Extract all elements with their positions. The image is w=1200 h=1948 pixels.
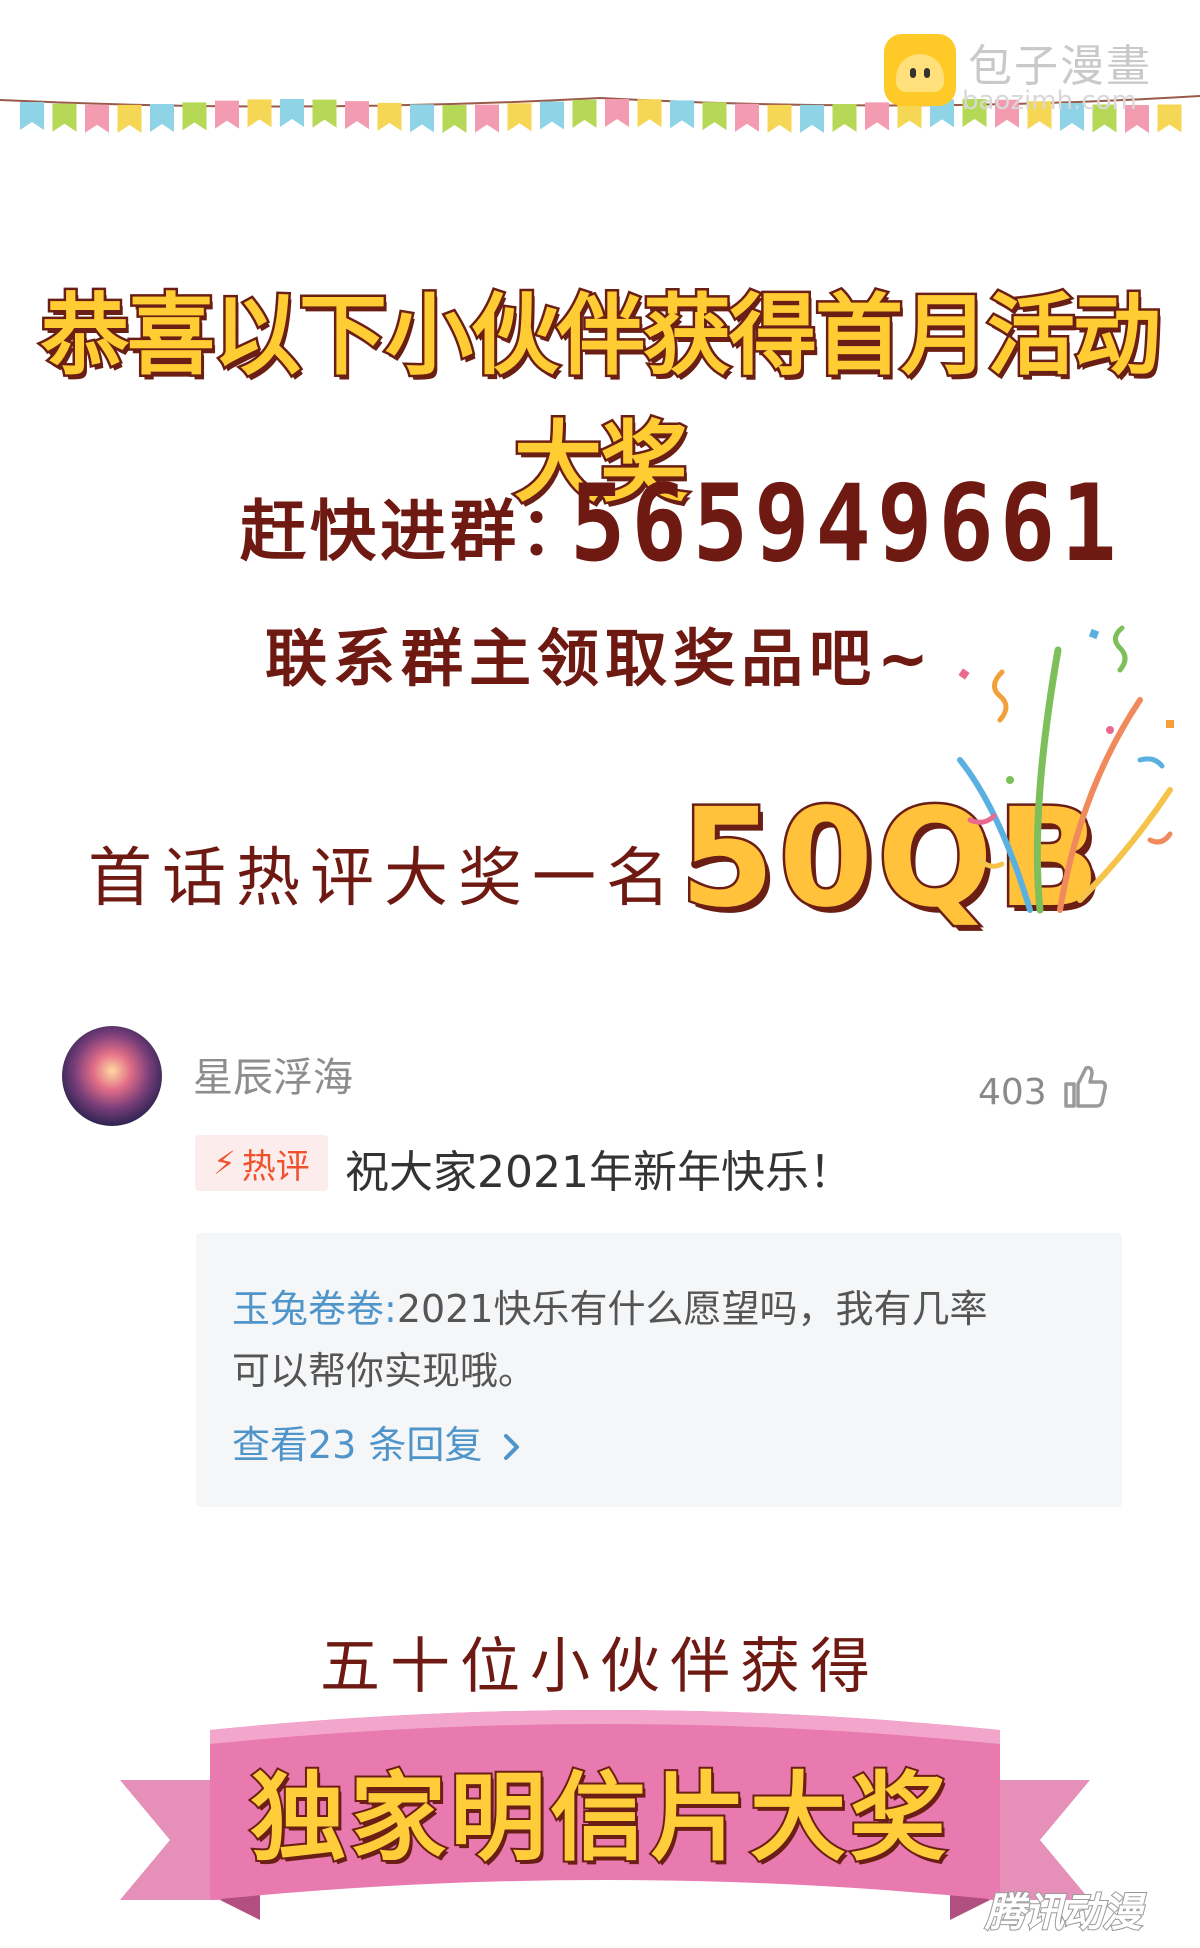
- bunting-flag: [540, 101, 564, 130]
- bunting-flag: [442, 104, 467, 133]
- thumbs-up-icon[interactable]: [1062, 1062, 1108, 1110]
- bunting-flag: [865, 102, 889, 131]
- baozi-logo-icon: [884, 34, 956, 106]
- ribbon-banner-text: 独家明信片大奖: [248, 1760, 950, 1876]
- bunting-flag: [280, 99, 304, 128]
- reply-text-1: 2021快乐有什么愿望吗，我有几率: [396, 1287, 988, 1331]
- group-label: 赶快进群：: [240, 493, 590, 570]
- view-replies-link[interactable]: 查看23 条回复: [232, 1414, 523, 1469]
- bunting-flag: [215, 100, 239, 129]
- bunting-flag: [832, 103, 857, 132]
- bunting-flag: [85, 104, 109, 133]
- comment-text: 祝大家2021年新年快乐！: [345, 1147, 853, 1198]
- watermark-brand: 包子漫畫: [968, 41, 1152, 92]
- bunting-flag: [800, 104, 824, 133]
- bunting-flag: [52, 103, 77, 132]
- bunting-flag: [637, 99, 662, 128]
- watermark-url: baozimh.com: [962, 86, 1137, 116]
- confetti-burst-icon: [957, 625, 1174, 914]
- bunting-flag: [1157, 104, 1182, 133]
- view-replies-label: 查看23 条回复: [232, 1423, 483, 1467]
- comment-username[interactable]: 星辰浮海: [193, 1045, 353, 1103]
- reply-username[interactable]: 玉兔卷卷:: [232, 1287, 397, 1331]
- lightning-icon: ⚡: [213, 1144, 236, 1182]
- bunting-flag: [572, 99, 597, 128]
- bunting-flag: [605, 99, 629, 128]
- bunting-flag: [182, 102, 207, 131]
- bunting-flag: [767, 104, 792, 133]
- bunting-flag: [377, 102, 402, 131]
- bunting-flag: [410, 104, 434, 133]
- bunting-flag: [117, 104, 142, 133]
- hot-comment-badge: ⚡ 热评: [195, 1135, 328, 1191]
- badge-label: 热评: [241, 1146, 310, 1187]
- prize-label: 首话热评大奖一名：: [88, 842, 754, 916]
- bunting-flag: [247, 99, 272, 128]
- avatar[interactable]: [62, 1026, 162, 1126]
- chevron-right-icon: [503, 1434, 519, 1460]
- second-prize-label: 五十位小伙伴获得: [320, 1632, 880, 1702]
- bunting-flag: [150, 104, 174, 133]
- bunting-flag: [345, 101, 369, 130]
- like-count: 403: [978, 1072, 1047, 1113]
- reply-line-2: 可以帮你实现哦。: [232, 1349, 537, 1393]
- bunting-flag: [670, 100, 694, 129]
- bunting-flag: [475, 104, 499, 133]
- tencent-comics-logo: 腾讯动漫: [984, 1889, 1143, 1937]
- bunting-flag: [735, 103, 759, 132]
- bunting-flag: [20, 102, 44, 130]
- bunting-flag: [702, 102, 727, 131]
- bunting-flag: [312, 99, 337, 128]
- bunting-flag: [507, 103, 532, 132]
- group-number: 565949661: [570, 462, 1123, 586]
- reply-line-1: 玉兔卷卷:2021快乐有什么愿望吗，我有几率: [232, 1278, 988, 1333]
